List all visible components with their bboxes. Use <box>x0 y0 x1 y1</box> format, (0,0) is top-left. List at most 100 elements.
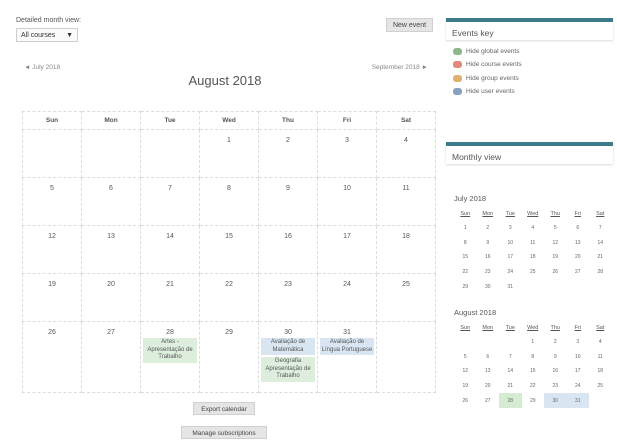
hide-events-link[interactable]: Hide group events <box>466 72 519 85</box>
day-cell[interactable]: 26 <box>22 321 82 393</box>
day-number[interactable]: 10 <box>318 185 376 192</box>
day-cell[interactable]: 23 <box>258 273 318 322</box>
day-cell[interactable]: 8 <box>199 177 259 226</box>
day-number[interactable]: 17 <box>318 233 376 240</box>
mini-day[interactable]: 5 <box>544 221 567 236</box>
day-number[interactable]: 13 <box>82 233 140 240</box>
mini-day[interactable]: 18 <box>522 250 545 265</box>
day-cell[interactable]: 27 <box>81 321 141 393</box>
day-cell[interactable]: 14 <box>140 225 200 274</box>
day-cell[interactable]: 3 <box>317 129 377 178</box>
mini-month-title[interactable]: August 2018 <box>454 308 613 317</box>
hide-events-link[interactable]: Hide user events <box>466 85 515 98</box>
mini-day[interactable]: 15 <box>522 364 545 379</box>
mini-day[interactable]: 21 <box>499 379 522 394</box>
day-cell[interactable]: 28 Artes - Apresentação de Trabalho <box>140 321 200 393</box>
day-cell[interactable]: 12 <box>22 225 82 274</box>
mini-day[interactable]: 14 <box>499 364 522 379</box>
mini-day[interactable]: 24 <box>499 265 522 280</box>
day-number[interactable]: 15 <box>200 233 258 240</box>
day-cell[interactable]: 25 <box>376 273 436 322</box>
day-number[interactable]: 9 <box>259 185 317 192</box>
day-cell[interactable]: 6 <box>81 177 141 226</box>
day-cell[interactable]: 21 <box>140 273 200 322</box>
day-number[interactable]: 24 <box>318 281 376 288</box>
mini-day[interactable]: 24 <box>567 379 590 394</box>
mini-day[interactable]: 22 <box>454 265 477 280</box>
mini-day[interactable]: 9 <box>544 350 567 365</box>
mini-day[interactable]: 25 <box>589 379 612 394</box>
mini-day[interactable]: 11 <box>589 350 612 365</box>
mini-day[interactable]: 14 <box>589 236 612 251</box>
mini-day[interactable]: 23 <box>477 265 500 280</box>
day-number[interactable]: 18 <box>377 233 435 240</box>
day-cell[interactable]: 31 Avaliação de Língua Portuguese <box>317 321 377 393</box>
calendar-event-link[interactable]: Avaliação de Matemática <box>261 338 315 355</box>
day-number[interactable]: 11 <box>377 185 435 192</box>
day-number[interactable]: 12 <box>23 233 81 240</box>
mini-day[interactable]: 28 <box>499 393 522 408</box>
mini-day[interactable]: 13 <box>567 236 590 251</box>
events-key-item[interactable]: Hide user events <box>453 85 613 98</box>
manage-subscriptions-button[interactable]: Manage subscriptions <box>181 426 267 439</box>
mini-day[interactable]: 2 <box>544 335 567 350</box>
mini-month-title[interactable]: July 2018 <box>454 194 613 203</box>
mini-day[interactable]: 19 <box>454 379 477 394</box>
course-select[interactable]: All courses ▼ <box>16 28 78 42</box>
calendar-event-link[interactable]: Artes - Apresentação de Trabalho <box>143 338 197 363</box>
day-number[interactable]: 22 <box>200 281 258 288</box>
day-number[interactable]: 5 <box>23 185 81 192</box>
mini-day[interactable]: 16 <box>544 364 567 379</box>
events-key-item[interactable]: Hide course events <box>453 58 613 71</box>
day-cell[interactable]: 1 <box>199 129 259 178</box>
day-number[interactable]: 3 <box>318 137 376 144</box>
day-number[interactable]: 30 <box>259 329 317 336</box>
day-cell[interactable]: 17 <box>317 225 377 274</box>
day-number[interactable]: 1 <box>200 137 258 144</box>
mini-day[interactable]: 10 <box>499 236 522 251</box>
events-key-item[interactable]: Hide group events <box>453 72 613 85</box>
day-cell[interactable]: 2 <box>258 129 318 178</box>
mini-day[interactable]: 12 <box>454 364 477 379</box>
mini-day[interactable]: 27 <box>477 393 500 408</box>
day-number[interactable]: 20 <box>82 281 140 288</box>
calendar-event-link[interactable]: Avaliação de Língua Portuguese <box>320 338 374 355</box>
day-number[interactable]: 21 <box>141 281 199 288</box>
mini-day[interactable]: 30 <box>544 393 567 408</box>
mini-day[interactable]: 21 <box>589 250 612 265</box>
day-number[interactable]: 7 <box>141 185 199 192</box>
mini-day[interactable]: 26 <box>544 265 567 280</box>
day-number[interactable]: 6 <box>82 185 140 192</box>
day-cell[interactable]: 22 <box>199 273 259 322</box>
day-number[interactable]: 19 <box>23 281 81 288</box>
mini-day[interactable]: 25 <box>522 265 545 280</box>
day-number[interactable]: 16 <box>259 233 317 240</box>
new-event-button[interactable]: New event <box>386 18 433 32</box>
day-cell[interactable]: 13 <box>81 225 141 274</box>
hide-events-link[interactable]: Hide course events <box>466 58 522 71</box>
mini-day[interactable]: 31 <box>566 393 589 408</box>
day-number[interactable]: 2 <box>259 137 317 144</box>
day-cell[interactable]: 4 <box>376 129 436 178</box>
mini-day[interactable]: 1 <box>454 221 477 236</box>
mini-day[interactable]: 7 <box>499 350 522 365</box>
events-key-item[interactable]: Hide global events <box>453 45 613 58</box>
mini-day[interactable]: 26 <box>454 393 477 408</box>
mini-day[interactable]: 4 <box>522 221 545 236</box>
day-number[interactable]: 14 <box>141 233 199 240</box>
day-number[interactable]: 23 <box>259 281 317 288</box>
day-cell[interactable]: 19 <box>22 273 82 322</box>
mini-day[interactable]: 9 <box>477 236 500 251</box>
day-cell[interactable]: 5 <box>22 177 82 226</box>
mini-day[interactable]: 31 <box>499 279 522 294</box>
next-month-link[interactable]: September 2018 ► <box>372 64 428 71</box>
day-cell[interactable]: 30 Avaliação de Matemática Geografia Apres… <box>258 321 318 393</box>
day-cell[interactable]: 9 <box>258 177 318 226</box>
mini-day[interactable]: 17 <box>499 250 522 265</box>
mini-day[interactable]: 8 <box>454 236 477 251</box>
day-cell[interactable]: 18 <box>376 225 436 274</box>
mini-day[interactable]: 12 <box>544 236 567 251</box>
mini-day[interactable]: 13 <box>477 364 500 379</box>
day-cell[interactable]: 29 <box>199 321 259 393</box>
day-cell[interactable]: 16 <box>258 225 318 274</box>
